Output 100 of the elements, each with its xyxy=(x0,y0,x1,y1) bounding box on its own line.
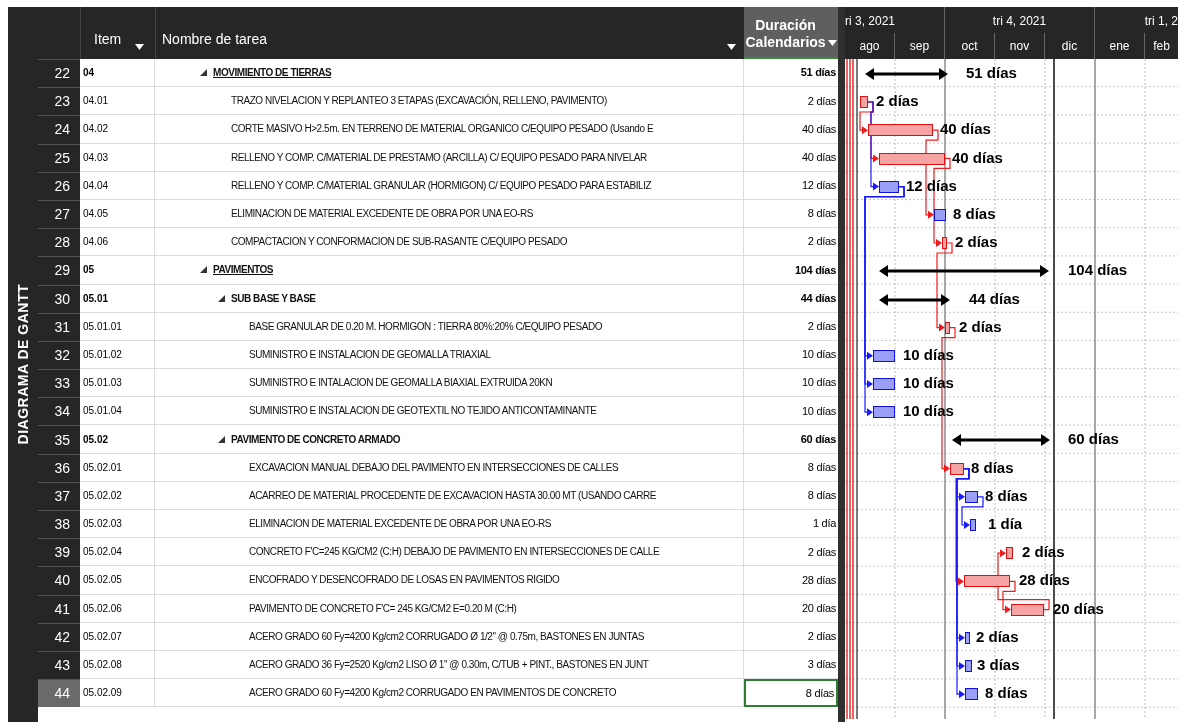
row-number[interactable]: 30 xyxy=(38,284,80,313)
duration-label: 51 días xyxy=(966,64,1017,82)
task-name: ELIMINACION DE MATERIAL EXCEDENTE DE OBRA POR UNA EO-RS xyxy=(249,517,551,532)
item-code-cell: 04.02 xyxy=(80,115,155,144)
item-code-cell: 05.02.03 xyxy=(80,510,155,539)
item-code-cell: 04.04 xyxy=(80,171,155,200)
task-bar[interactable] xyxy=(1006,547,1013,560)
task-name: CORTE MASIVO H>2.5m. EN TERRENO DE MATERIAL ORGANICO C/EQUIPO PESADO (Usando E xyxy=(231,122,654,137)
row-number[interactable]: 42 xyxy=(38,622,80,651)
task-bar[interactable] xyxy=(945,321,950,334)
duration-cell[interactable]: 8 días xyxy=(744,679,838,708)
task-bar[interactable] xyxy=(873,406,895,419)
task-name: TRAZO NIVELACION Y REPLANTEO 3 ETAPAS (EXCAVACIÓN, RELLENO, PAVIMENTO) xyxy=(231,93,607,109)
row-number[interactable]: 29 xyxy=(38,256,80,285)
month-label: sep xyxy=(909,38,930,55)
item-code-cell: 04.06 xyxy=(80,228,155,257)
item-code-cell: 05.02.09 xyxy=(80,679,155,708)
task-name: CONCRETO F'C=245 KG/CM2 (C:H) DEBAJO DE PAVIMENTO EN INTERSECCIONES DE CALLE xyxy=(249,545,660,560)
column-header[interactable]: Item xyxy=(80,7,155,59)
collapse-triangle-icon[interactable] xyxy=(218,435,225,443)
duration-label: 60 días xyxy=(1068,430,1119,449)
item-code-cell: 05.02.05 xyxy=(80,566,155,595)
item-code-cell: 04.01 xyxy=(80,87,155,116)
collapse-triangle-icon[interactable] xyxy=(218,294,225,302)
item-code-cell: 05 xyxy=(80,256,155,285)
row-number[interactable]: 40 xyxy=(38,566,80,595)
task-bar[interactable] xyxy=(873,378,895,391)
row-number[interactable]: 44 xyxy=(38,679,80,708)
month-label: oct xyxy=(961,38,978,55)
month-label: feb xyxy=(1153,38,1170,55)
duration-label: 12 días xyxy=(906,176,957,195)
row-number[interactable]: 34 xyxy=(38,397,80,426)
task-name: SUB BASE Y BASE xyxy=(231,291,316,306)
duration-label: 8 días xyxy=(985,486,1028,505)
item-code-cell: 05.02.08 xyxy=(80,650,155,680)
row-number[interactable]: 39 xyxy=(38,538,80,567)
task-bar[interactable] xyxy=(965,631,970,644)
month-label: nov xyxy=(1009,38,1030,55)
row-number[interactable]: 27 xyxy=(38,199,80,229)
row-number[interactable]: 43 xyxy=(38,650,80,680)
row-number[interactable]: 36 xyxy=(38,453,80,482)
duration-label: 44 días xyxy=(969,289,1020,308)
row-number[interactable]: 24 xyxy=(38,115,80,144)
task-bar[interactable] xyxy=(964,575,1010,588)
month-label: ago xyxy=(859,38,880,55)
task-bar[interactable] xyxy=(868,124,933,137)
row-number[interactable]: 38 xyxy=(38,510,80,539)
row-number[interactable]: 41 xyxy=(38,594,80,623)
task-bar[interactable] xyxy=(1011,603,1044,616)
duration-label: 2 días xyxy=(976,627,1019,646)
duration-label: 2 días xyxy=(959,317,1002,336)
item-code-cell: 05.02.02 xyxy=(80,481,155,510)
task-bar[interactable] xyxy=(860,96,868,109)
column-header[interactable]: Duración Calendarios xyxy=(744,7,838,59)
row-number[interactable]: 35 xyxy=(38,425,80,454)
task-name: BASE GRANULAR DE 0.20 M. HORMIGON : TIERRA 80%:20% C/EQUIPO PESADO xyxy=(249,319,602,334)
task-bar[interactable] xyxy=(879,152,945,165)
row-number[interactable]: 23 xyxy=(38,87,80,116)
row-number[interactable]: 32 xyxy=(38,340,80,370)
task-bar[interactable] xyxy=(942,237,947,250)
task-name: ACERO GRADO 36 Fy=2520 Kg/cm2 LISO Ø 1" @ 0.30m, C/TUB + PINT., BASTONES EN JUNT xyxy=(249,658,649,673)
task-bar[interactable] xyxy=(965,490,978,503)
filter-caret-icon[interactable] xyxy=(135,44,145,50)
task-bar[interactable] xyxy=(965,659,972,672)
quarter-label: tri 1, 2 xyxy=(1144,13,1178,30)
column-header[interactable]: Nombre de tarea xyxy=(155,7,744,59)
row-number[interactable]: 28 xyxy=(38,228,80,257)
task-bar[interactable] xyxy=(950,462,964,475)
task-name: SUMINISTRO E INSTALACION DE GEOTEXTIL NO TEJIDO ANTICONTAMINANTE xyxy=(249,404,597,419)
task-name: EXCAVACION MANUAL DEBAJO DEL PAVIMENTO EN INTERSECCIONES DE CALLES xyxy=(249,460,619,475)
task-bar[interactable] xyxy=(965,688,978,701)
collapse-triangle-icon[interactable] xyxy=(200,69,207,77)
task-bar[interactable] xyxy=(879,180,899,193)
row-number[interactable]: 37 xyxy=(38,481,80,510)
duration-label: 8 días xyxy=(953,204,996,223)
task-name: SUMINISTRO E INTALACION DE GEOMALLA BIAXIAL EXTRUIDA 20KN xyxy=(249,376,553,391)
duration-label: 10 días xyxy=(903,374,954,393)
filter-caret-icon[interactable] xyxy=(727,44,736,50)
row-number[interactable]: 31 xyxy=(38,312,80,341)
task-name: MOVIMIENTO DE TIERRAS xyxy=(213,66,332,81)
task-bar[interactable] xyxy=(873,349,895,362)
collapse-triangle-icon[interactable] xyxy=(200,266,207,274)
task-name: ELIMINACION DE MATERIAL EXCEDENTE DE OBRA POR UNA EO-RS xyxy=(231,207,533,222)
item-code-cell: 05.02.06 xyxy=(80,594,155,623)
view-label: DIAGRAMA DE GANTT xyxy=(13,284,32,445)
row-number[interactable]: 22 xyxy=(38,59,80,88)
task-bar[interactable] xyxy=(970,519,976,531)
item-code-cell: 04 xyxy=(80,59,155,88)
item-code-cell: 05.02.04 xyxy=(80,538,155,567)
duration-label: 40 días xyxy=(940,120,991,139)
duration-label: 8 días xyxy=(971,458,1014,477)
task-name: SUMINISTRO E INSTALACION DE GEOMALLA TRIAXIAL xyxy=(249,347,491,362)
task-name: ACERO GRADO 60 Fy=4200 Kg/cm2 CORRUGADO Ø 1/2" @ 0.75m, BASTONES EN JUNTAS xyxy=(249,629,644,644)
duration-label: 2 días xyxy=(876,92,919,111)
row-number[interactable]: 33 xyxy=(38,369,80,398)
row-number[interactable]: 25 xyxy=(38,143,80,172)
filter-caret-icon[interactable] xyxy=(827,40,837,46)
row-number[interactable]: 26 xyxy=(38,171,80,200)
task-bar[interactable] xyxy=(934,208,946,221)
duration-label: 104 días xyxy=(1068,261,1128,280)
